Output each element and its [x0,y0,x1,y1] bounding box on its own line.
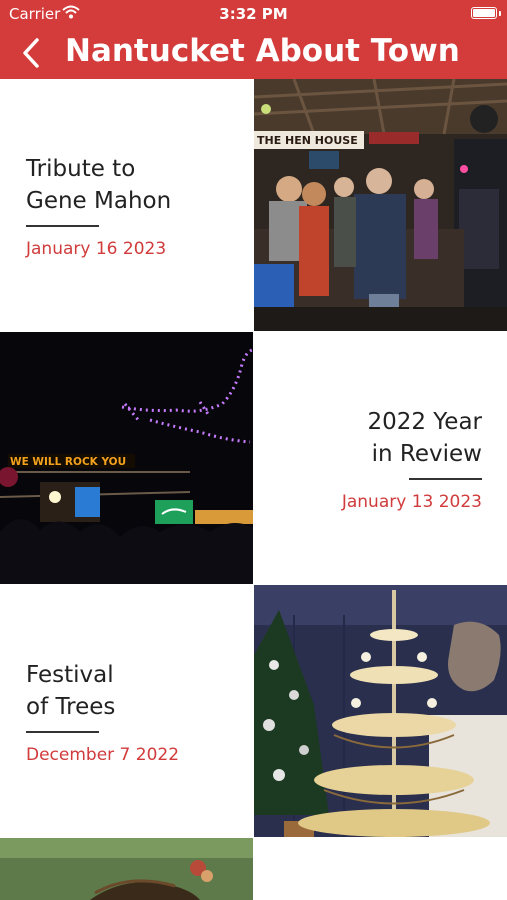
article-date: January 16 2023 [26,239,167,259]
article-title-line2: Gene Mahon [26,188,172,214]
battery-nub [499,11,501,16]
article-photo-partial[interactable] [0,838,253,900]
article-date: January 13 2023 [341,492,482,512]
article-card-year-in-review[interactable]: 2022 Year in Review January 13 2023 [254,332,507,584]
navigation-bar: Carrier 3:32 PM Nantucket About Town [0,0,507,79]
article-card-partial[interactable] [254,838,507,900]
article-photo-tree-exhibit[interactable] [254,585,507,837]
article-photo-hen-house[interactable]: THE HEN HOUSE [254,79,507,331]
divider [409,478,482,480]
status-bar: Carrier 3:32 PM [0,0,507,28]
article-title: 2022 Year in Review [367,406,482,470]
status-time: 3:32 PM [219,5,288,23]
battery-icon [471,7,497,19]
article-title: Festival of Trees [26,659,115,723]
article-title-line2: of Trees [26,694,116,720]
article-title-line1: Tribute to [26,156,136,182]
article-date: December 7 2022 [26,745,180,765]
page-title: Nantucket About Town [65,33,460,69]
chevron-left-icon [23,38,39,68]
photo-sign-text: THE HEN HOUSE [257,134,358,147]
article-title: Tribute to Gene Mahon [26,153,171,217]
article-title-line2: in Review [371,441,482,467]
article-title-line1: 2022 Year [367,409,482,435]
photo-banner-text: WE WILL ROCK YOU [10,456,126,468]
back-button[interactable] [18,36,46,70]
article-photo-concert[interactable]: WE WILL ROCK YOU [0,332,253,584]
divider [26,225,99,227]
divider [26,731,99,733]
article-card-gene-mahon[interactable]: Tribute to Gene Mahon January 16 2023 [0,79,253,331]
article-title-line1: Festival [26,662,114,688]
article-card-festival-of-trees[interactable]: Festival of Trees December 7 2022 [0,585,253,837]
